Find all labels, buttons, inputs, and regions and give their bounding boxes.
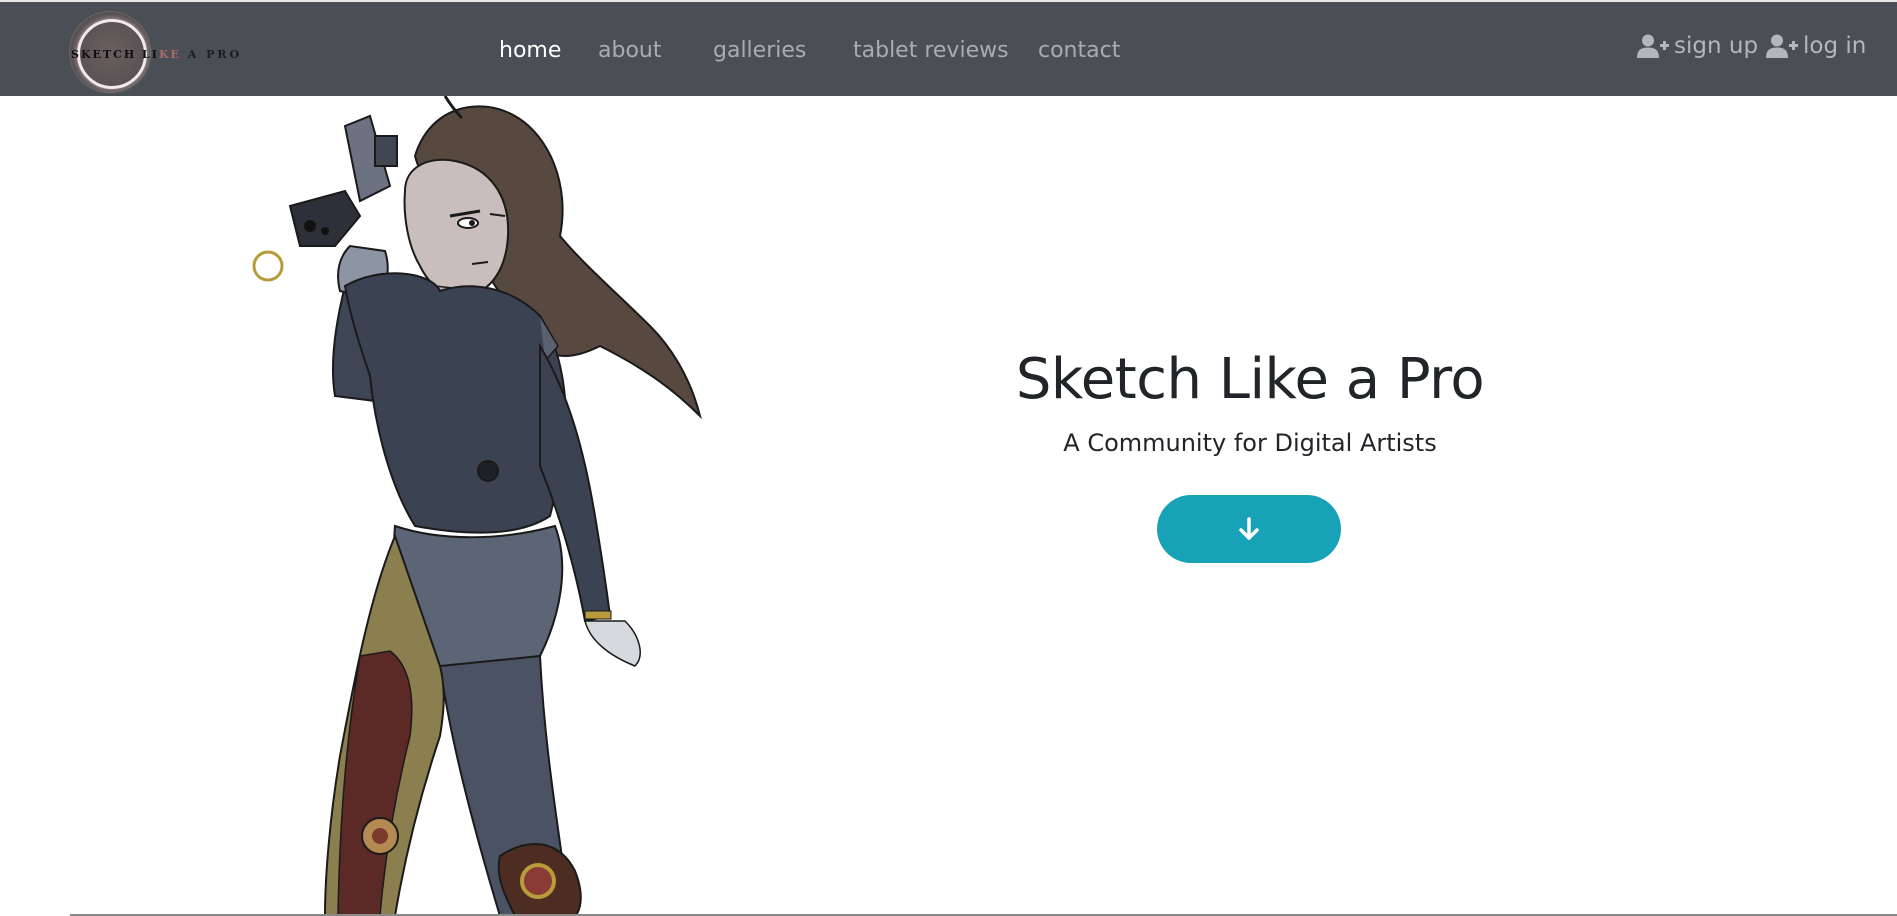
top-navbar: SKETCH LIKE A PRO home about galleries t… <box>0 0 1897 96</box>
logo-text-part1: SKETCH LI <box>71 48 159 61</box>
nav-link-contact[interactable]: contact <box>1038 36 1120 66</box>
brand-logo[interactable]: SKETCH LIKE A PRO <box>66 11 266 93</box>
log-in-link[interactable]: log in <box>1766 30 1866 62</box>
log-in-label: log in <box>1803 33 1867 59</box>
user-plus-icon <box>1637 34 1669 58</box>
nav-link-home[interactable]: home <box>499 36 561 66</box>
logo-text-part3: A PRO <box>180 48 243 61</box>
nav-link-tablet-reviews[interactable]: tablet reviews <box>853 36 1009 66</box>
user-plus-icon <box>1766 34 1798 58</box>
nav-link-about[interactable]: about <box>598 36 661 66</box>
arrow-down-icon <box>1239 517 1259 540</box>
hero-section: Sketch Like a Pro A Community for Digita… <box>0 96 1897 916</box>
logo-text-part2: KE <box>158 48 181 61</box>
scroll-down-button[interactable] <box>1157 495 1341 563</box>
logo-wordmark: SKETCH LIKE A PRO <box>71 48 242 61</box>
hero-character-illustration <box>252 96 702 916</box>
nav-link-galleries[interactable]: galleries <box>713 36 806 66</box>
sign-up-label: sign up <box>1674 33 1759 59</box>
sign-up-link[interactable]: sign up <box>1637 30 1758 62</box>
hero-title: Sketch Like a Pro <box>1015 347 1485 412</box>
hero-subtitle: A Community for Digital Artists <box>1063 429 1437 457</box>
